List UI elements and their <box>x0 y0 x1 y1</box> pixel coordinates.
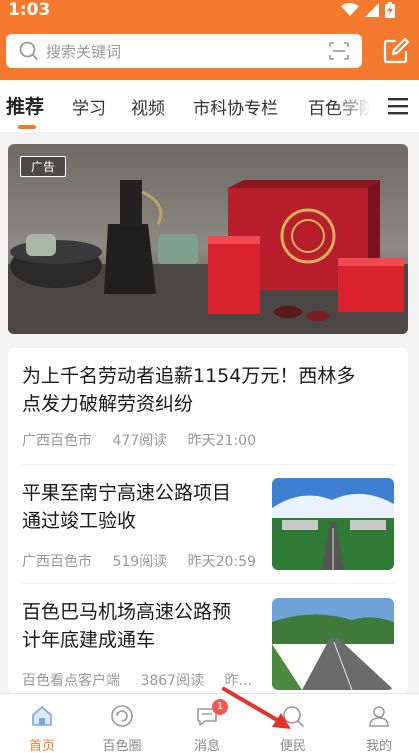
status-time: 1:03 <box>8 0 51 20</box>
nav-services[interactable]: 便民 <box>251 694 335 753</box>
news-source: 百色看点客户端 <box>22 673 120 689</box>
home-icon <box>32 706 52 726</box>
nav-profile[interactable]: 我的 <box>337 694 419 753</box>
tab-recommend[interactable]: 推荐 <box>6 92 44 119</box>
tab-science-column[interactable]: 市科协专栏 <box>193 94 278 119</box>
news-thumbnail <box>272 478 394 570</box>
tab-video[interactable]: 视频 <box>131 94 165 119</box>
menu-icon[interactable] <box>387 96 409 116</box>
search-input[interactable]: 搜索关键词 <box>6 34 362 68</box>
tab-study[interactable]: 学习 <box>72 94 106 119</box>
category-tabs: 推荐 学习 视频 市科协专栏 百色学院 <box>0 80 419 132</box>
nav-baise-circle[interactable]: 百色圈 <box>80 694 164 753</box>
news-reads: 477阅读 <box>112 433 168 449</box>
user-icon <box>369 706 389 727</box>
header: 1:03 搜索关键词 <box>0 0 419 80</box>
news-time: 昨天21:00 <box>187 433 256 449</box>
search-placeholder: 搜索关键词 <box>46 42 122 61</box>
news-item[interactable]: 为上千名劳动者追薪1154万元！西林多 点发力破解劳资纠纷 广西百色市 477阅… <box>8 348 408 465</box>
news-meta: 百色看点客户端 3867阅读 昨... <box>22 670 268 690</box>
news-title: 平果至南宁高速公路项目 通过竣工验收 <box>22 482 232 532</box>
battery-icon <box>385 2 395 18</box>
search-service-icon <box>283 706 304 727</box>
circle-icon <box>111 705 133 727</box>
news-thumbnail <box>272 598 394 690</box>
ad-tag: 广告 <box>20 156 67 177</box>
active-tab-indicator <box>18 125 36 129</box>
nav-home[interactable]: 首页 <box>0 694 84 753</box>
news-time: 昨... <box>224 673 252 689</box>
edit-icon[interactable] <box>383 38 409 64</box>
news-reads: 519阅读 <box>112 554 168 570</box>
message-badge: 1 <box>212 699 228 715</box>
news-item[interactable]: 平果至南宁高速公路项目 通过竣工验收 广西百色市 519阅读 昨天20:59 <box>8 465 408 583</box>
news-meta: 广西百色市 519阅读 昨天20:59 <box>22 551 272 571</box>
news-item[interactable]: 百色巴马机场高速公路预 计年底建成通车 百色看点客户端 3867阅读 昨... <box>8 584 408 693</box>
news-source: 广西百色市 <box>22 433 92 449</box>
news-time: 昨天20:59 <box>187 554 256 570</box>
news-reads: 3867阅读 <box>140 673 205 689</box>
wifi-icon <box>341 3 359 16</box>
status-icons <box>341 2 395 18</box>
news-meta: 广西百色市 477阅读 昨天21:00 <box>22 430 272 450</box>
news-title: 百色巴马机场高速公路预 计年底建成通车 <box>22 601 232 651</box>
nav-messages[interactable]: 1 消息 <box>165 694 249 753</box>
search-icon <box>19 41 38 60</box>
ad-image <box>8 144 408 334</box>
bottom-nav: 首页 百色圈 1 消息 便民 我的 <box>0 693 419 753</box>
signal-icon <box>365 3 379 17</box>
news-feed: 为上千名劳动者追薪1154万元！西林多 点发力破解劳资纠纷 广西百色市 477阅… <box>8 348 408 693</box>
scan-icon[interactable] <box>328 40 350 62</box>
news-source: 广西百色市 <box>22 554 92 570</box>
ad-banner[interactable]: 广告 <box>8 144 408 334</box>
news-title: 为上千名劳动者追薪1154万元！西林多 点发力破解劳资纠纷 <box>22 365 356 415</box>
